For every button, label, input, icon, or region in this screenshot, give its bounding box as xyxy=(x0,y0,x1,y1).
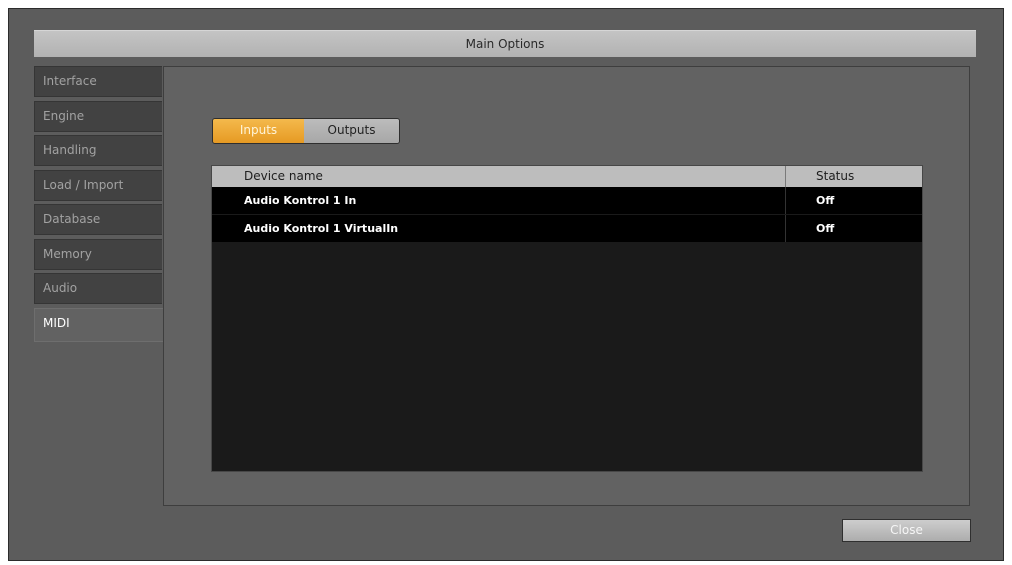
device-name-cell: Audio Kontrol 1 In xyxy=(212,187,786,214)
device-status-cell[interactable]: Off xyxy=(786,215,922,242)
column-header-status[interactable]: Status xyxy=(786,166,922,187)
table-row[interactable]: Audio Kontrol 1 In Off xyxy=(212,187,922,214)
io-toggle: Inputs Outputs xyxy=(212,118,400,144)
tab-memory[interactable]: Memory xyxy=(34,238,162,270)
close-button[interactable]: Close xyxy=(842,519,971,542)
tab-handling[interactable]: Handling xyxy=(34,135,162,166)
device-status-cell[interactable]: Off xyxy=(786,187,922,214)
window-title: Main Options xyxy=(34,30,976,57)
column-header-device-name[interactable]: Device name xyxy=(212,166,786,187)
tab-interface[interactable]: Interface xyxy=(34,66,162,97)
tab-database[interactable]: Database xyxy=(34,204,162,235)
midi-device-table: Device name Status Audio Kontrol 1 In Of… xyxy=(211,165,923,472)
tab-midi[interactable]: MIDI xyxy=(34,307,165,342)
tab-engine[interactable]: Engine xyxy=(34,100,162,132)
table-row[interactable]: Audio Kontrol 1 VirtualIn Off xyxy=(212,214,922,242)
tab-load-import[interactable]: Load / Import xyxy=(34,169,162,201)
outputs-button[interactable]: Outputs xyxy=(304,119,399,143)
tab-audio[interactable]: Audio xyxy=(34,273,162,304)
table-header: Device name Status xyxy=(212,166,922,187)
inputs-button[interactable]: Inputs xyxy=(213,119,304,143)
device-name-cell: Audio Kontrol 1 VirtualIn xyxy=(212,215,786,242)
options-tab-list: Interface Engine Handling Load / Import … xyxy=(34,66,165,345)
